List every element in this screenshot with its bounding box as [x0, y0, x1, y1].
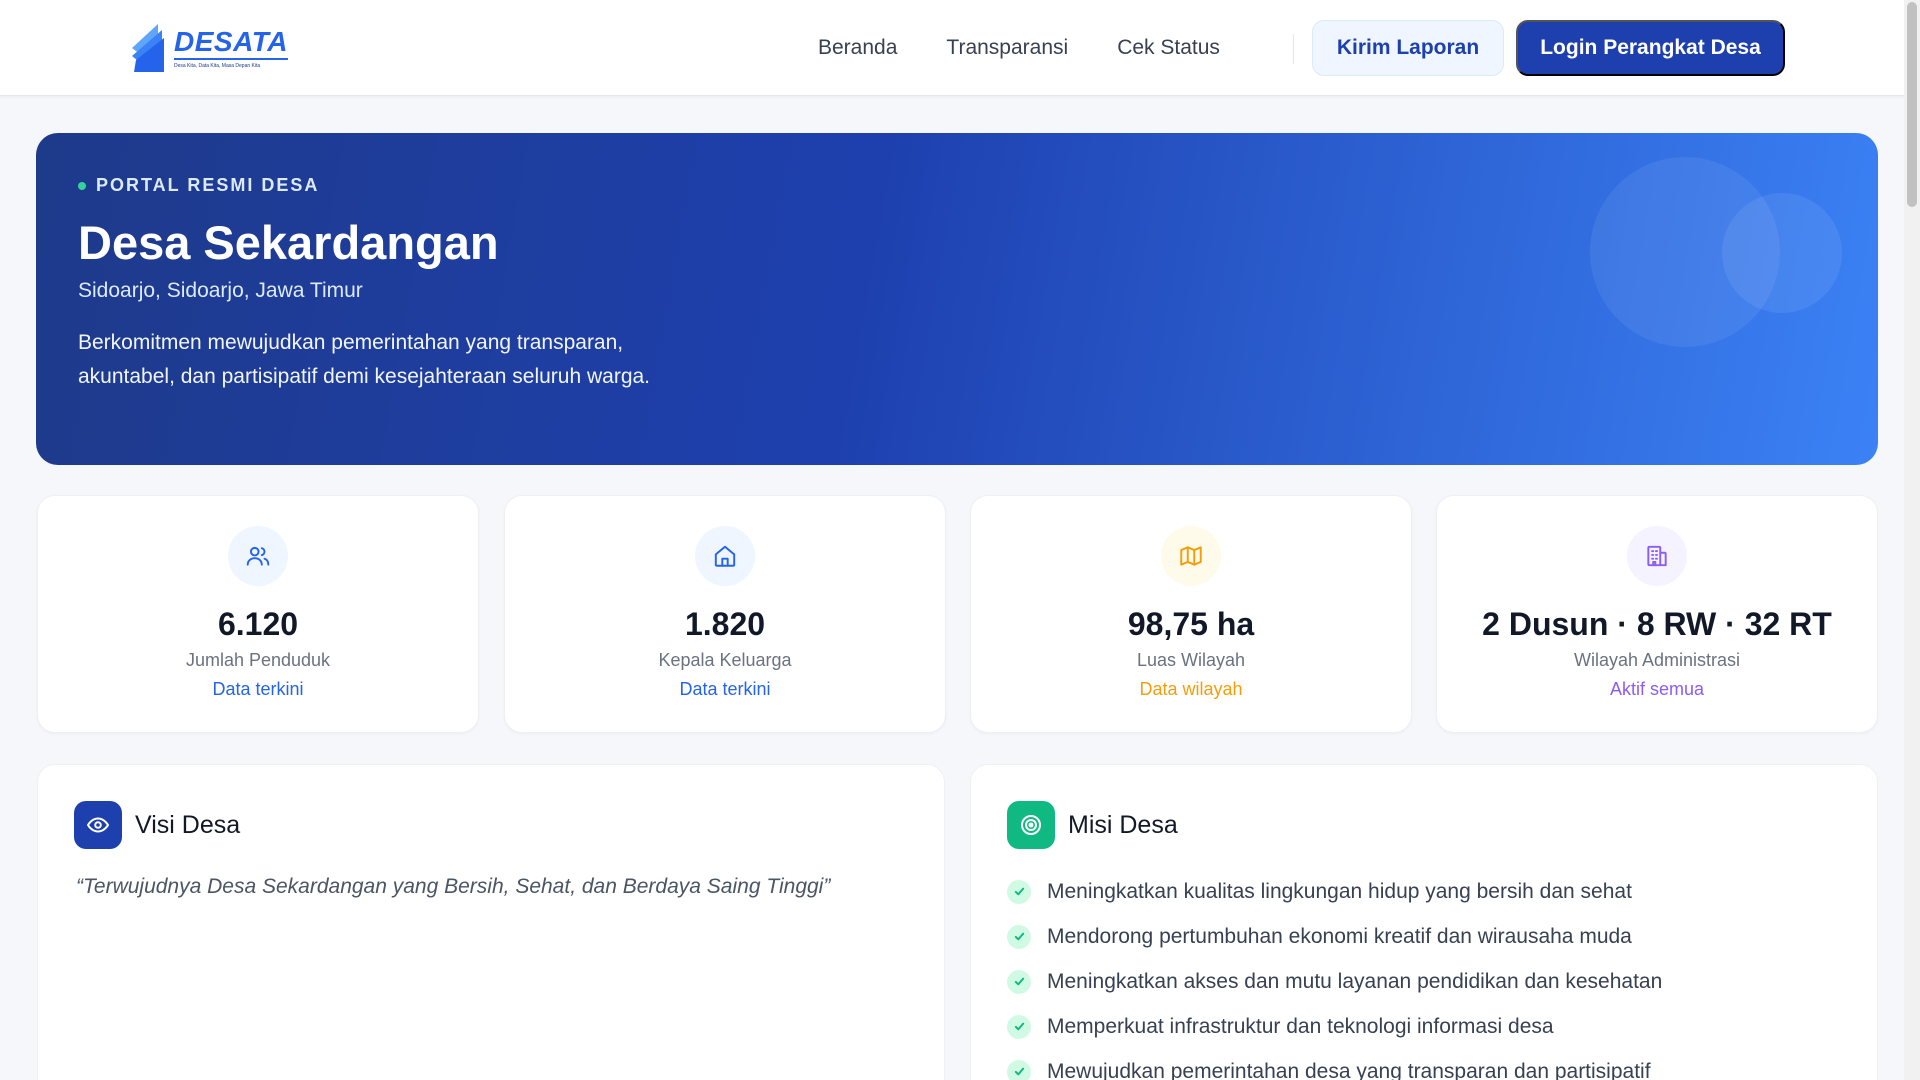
list-item: Mewujudkan pemerintahan desa yang transp…: [1007, 1049, 1662, 1080]
stat-label: Wilayah Administrasi: [1573, 650, 1741, 670]
list-item: Memperkuat infrastruktur dan teknologi i…: [1007, 1004, 1662, 1049]
list-item: Meningkatkan kualitas lingkungan hidup y…: [1007, 869, 1662, 914]
hero-tag: PORTAL RESMI DESA: [78, 175, 319, 196]
home-icon: [714, 545, 736, 567]
map-icon: [1180, 546, 1202, 566]
visi-panel: Visi Desa “Terwujudnya Desa Sekardangan …: [37, 764, 945, 1080]
misi-item-text: Mendorong pertumbuhan ekonomi kreatif da…: [1047, 924, 1632, 948]
stat-value: 2 Dusun · 8 RW · 32 RT: [1482, 606, 1832, 642]
building-icon: [1647, 545, 1667, 567]
login-button[interactable]: Login Perangkat Desa: [1516, 20, 1785, 76]
eye-icon: [87, 817, 109, 833]
misi-item-text: Meningkatkan akses dan mutu layanan pend…: [1047, 969, 1663, 993]
hero-tag-text: PORTAL RESMI DESA: [96, 175, 320, 195]
stat-value: 98,75 ha: [1127, 606, 1255, 642]
stat-card-penduduk: 6.120 Jumlah Penduduk Data terkini: [37, 495, 479, 733]
check-icon: [1007, 1014, 1031, 1039]
stat-icon-wrap: [1161, 526, 1221, 586]
brand-logo[interactable]: DESATA Desa Kita, Data Kita, Masa Depan …: [128, 20, 288, 76]
stat-note: Aktif semua: [1609, 679, 1705, 699]
visi-icon-wrap: [74, 801, 122, 849]
hero-description: Berkomitmen mewujudkan pemerintahan yang…: [78, 331, 651, 388]
list-item: Meningkatkan akses dan mutu layanan pend…: [1007, 959, 1662, 1004]
stat-label: Kepala Keluarga: [658, 650, 792, 670]
users-icon: [246, 546, 270, 566]
list-item: Mendorong pertumbuhan ekonomi kreatif da…: [1007, 914, 1662, 959]
stat-icon-wrap: [228, 526, 288, 586]
misi-panel: Misi Desa Meningkatkan kualitas lingkung…: [970, 764, 1878, 1080]
stat-note: Data terkini: [679, 679, 771, 699]
target-icon: [1021, 815, 1041, 835]
misi-list: Meningkatkan kualitas lingkungan hidup y…: [1007, 869, 1662, 1080]
stat-icon-wrap: [695, 526, 755, 586]
visi-quote: “Terwujudnya Desa Sekardangan yang Bersi…: [76, 875, 831, 898]
misi-item-text: Mewujudkan pemerintahan desa yang transp…: [1047, 1059, 1651, 1080]
misi-item-text: Memperkuat infrastruktur dan teknologi i…: [1047, 1014, 1554, 1038]
check-icon: [1007, 1059, 1031, 1080]
hero-banner: PORTAL RESMI DESA Desa Sekardangan Sidoa…: [36, 133, 1878, 465]
check-icon: [1007, 879, 1031, 904]
check-icon: [1007, 969, 1031, 994]
hero-location: Sidoarjo, Sidoarjo, Jawa Timur: [78, 279, 363, 302]
scrollbar-thumb[interactable]: [1907, 2, 1917, 207]
send-report-button[interactable]: Kirim Laporan: [1312, 20, 1504, 76]
stat-value: 1.820: [684, 606, 766, 642]
page-title: Desa Sekardangan: [78, 216, 499, 269]
stat-icon-wrap: [1627, 526, 1687, 586]
nav-link-beranda[interactable]: Beranda: [818, 30, 897, 66]
status-dot-icon: [78, 181, 86, 190]
misi-title: Misi Desa: [1068, 810, 1178, 839]
nav-link-cek-status[interactable]: Cek Status: [1117, 30, 1220, 66]
stat-note: Data wilayah: [1139, 679, 1243, 699]
stat-note: Data terkini: [212, 679, 304, 699]
visi-title: Visi Desa: [135, 810, 241, 839]
nav-link-transparansi[interactable]: Transparansi: [946, 30, 1068, 66]
stat-card-kepala-keluarga: 1.820 Kepala Keluarga Data terkini: [504, 495, 946, 733]
logo-text: DESATA Desa Kita, Data Kita, Masa Depan …: [174, 26, 288, 70]
stat-card-wilayah-administrasi: 2 Dusun · 8 RW · 32 RT Wilayah Administr…: [1436, 495, 1878, 733]
hero-decor-circle: [1722, 193, 1842, 313]
check-icon: [1007, 924, 1031, 949]
visi-header: Visi Desa: [74, 801, 240, 849]
stat-label: Luas Wilayah: [1136, 650, 1246, 670]
misi-icon-wrap: [1007, 801, 1055, 849]
main-nav: Beranda Transparansi Cek Status: [818, 30, 1220, 66]
misi-item-text: Meningkatkan kualitas lingkungan hidup y…: [1047, 879, 1632, 903]
brand-tagline: Desa Kita, Data Kita, Masa Depan Kita: [174, 62, 261, 69]
stat-card-luas-wilayah: 98,75 ha Luas Wilayah Data wilayah: [970, 495, 1412, 733]
misi-header: Misi Desa: [1007, 801, 1178, 849]
stat-value: 6.120: [217, 606, 299, 642]
nav-divider: [1293, 34, 1294, 64]
brand-name: DESATA: [174, 26, 288, 60]
logo-mark-icon: [132, 24, 164, 72]
stat-label: Jumlah Penduduk: [185, 650, 331, 670]
navbar: DESATA Desa Kita, Data Kita, Masa Depan …: [0, 0, 1904, 96]
